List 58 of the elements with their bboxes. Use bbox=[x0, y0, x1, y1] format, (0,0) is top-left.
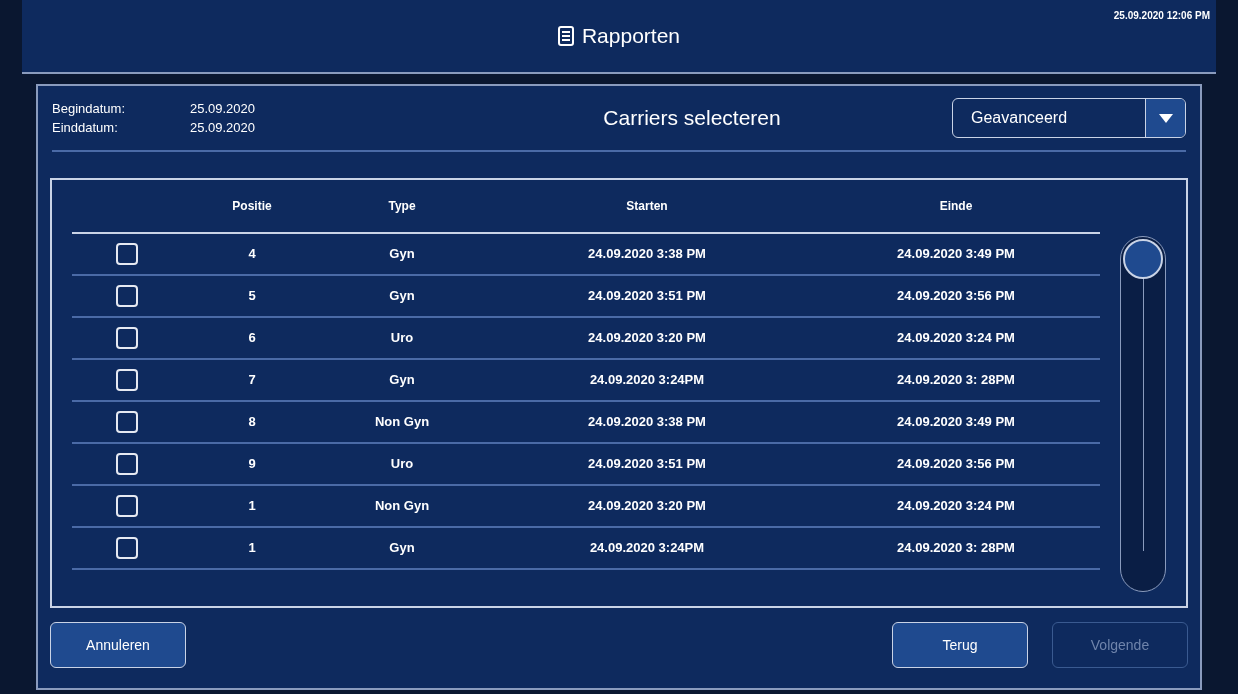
table-cell-text: 24.09.2020 3:56 PM bbox=[896, 455, 1016, 474]
table-cell-text: Gyn bbox=[388, 371, 416, 390]
table-cell-text: 4 bbox=[247, 245, 257, 264]
caret-icon bbox=[1158, 113, 1173, 123]
table-cell-text: 24.09.2020 3:51 PM bbox=[587, 287, 707, 306]
table-cell-text: 24.09.2020 3:51 PM bbox=[587, 455, 707, 474]
table-cell-text: 24.09.2020 3: 28PM bbox=[896, 371, 1016, 390]
datetime: 25.09.2020 12:06 PM bbox=[1113, 9, 1210, 23]
date-label: Begindatum: bbox=[52, 99, 126, 118]
table-cell-text: 1 bbox=[247, 539, 257, 558]
document-icon bbox=[557, 26, 574, 46]
table-cell-text: Uro bbox=[389, 329, 415, 348]
table-cell-text: 6 bbox=[247, 329, 257, 348]
checkbox[interactable] bbox=[116, 495, 138, 517]
table-cell-text: 24.09.2020 3:24PM bbox=[588, 371, 706, 390]
action-button[interactable]: Annuleren bbox=[50, 622, 186, 668]
scrollbar-thumb[interactable] bbox=[1123, 239, 1163, 279]
table-cell-text: Gyn bbox=[388, 287, 416, 306]
column-header: Type bbox=[387, 198, 417, 215]
table-cell-text: 24.09.2020 3:20 PM bbox=[587, 497, 707, 516]
checkbox[interactable] bbox=[116, 285, 138, 307]
table-cell-text: Uro bbox=[389, 455, 415, 474]
table-cell-text: 9 bbox=[247, 455, 257, 474]
table-cell-text: 7 bbox=[247, 371, 257, 390]
panel-title: Carriers selecteren bbox=[602, 105, 782, 132]
action-button[interactable]: Terug bbox=[892, 622, 1028, 668]
table-cell-text: 24.09.2020 3:49 PM bbox=[896, 413, 1016, 432]
date-label: Einddatum: bbox=[52, 119, 119, 137]
table-cell-text: 24.09.2020 3:24PM bbox=[588, 539, 706, 558]
table-cell-text: 24.09.2020 3:20 PM bbox=[587, 329, 707, 348]
table-cell-text: Non Gyn bbox=[373, 413, 431, 432]
table-cell-text: 24.09.2020 3:24 PM bbox=[896, 329, 1016, 348]
checkbox[interactable] bbox=[116, 453, 138, 475]
table-cell-text: 24.09.2020 3:38 PM bbox=[587, 413, 707, 432]
column-header: Einde bbox=[938, 198, 974, 215]
checkbox[interactable] bbox=[116, 327, 138, 349]
mode-dropdown[interactable]: Geavanceerd bbox=[952, 98, 1186, 138]
date-value: 25.09.2020 bbox=[189, 99, 257, 118]
checkbox[interactable] bbox=[116, 243, 138, 265]
date-value: 25.09.2020 bbox=[189, 119, 257, 137]
table-cell-text: 24.09.2020 3:56 PM bbox=[896, 287, 1016, 306]
column-header: Starten bbox=[625, 198, 669, 215]
table-cell-text: 24.09.2020 3: 28PM bbox=[896, 539, 1016, 558]
page-title: Rapporten bbox=[581, 23, 681, 50]
table-cell-text: 1 bbox=[247, 497, 257, 516]
scrollbar[interactable] bbox=[1120, 236, 1166, 592]
table-cell-text: Gyn bbox=[388, 539, 416, 558]
checkbox[interactable] bbox=[116, 369, 138, 391]
table-cell-text: 5 bbox=[247, 287, 257, 306]
checkbox[interactable] bbox=[116, 537, 138, 559]
table-cell-text: 24.09.2020 3:24 PM bbox=[896, 497, 1016, 516]
table-cell-text: 24.09.2020 3:49 PM bbox=[896, 245, 1016, 264]
checkbox[interactable] bbox=[116, 411, 138, 433]
table-cell-text: Gyn bbox=[388, 245, 416, 264]
table-cell-text: 8 bbox=[247, 413, 257, 432]
table-cell-text: 24.09.2020 3:38 PM bbox=[587, 245, 707, 264]
table-cell-text: Non Gyn bbox=[373, 497, 431, 516]
column-header: Positie bbox=[231, 198, 273, 215]
